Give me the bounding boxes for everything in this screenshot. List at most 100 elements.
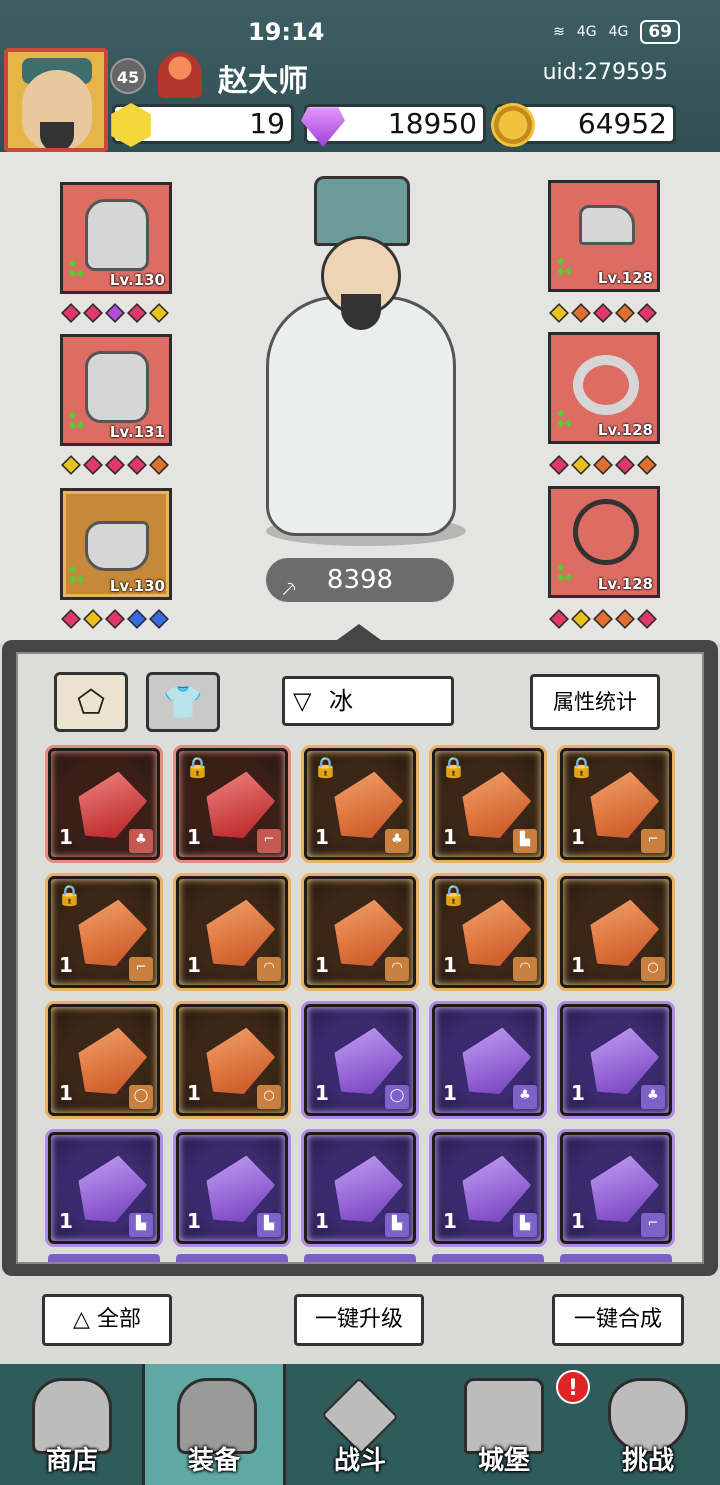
tab-gems[interactable]: ⬠ [54, 672, 128, 732]
rarity-diamond [615, 303, 635, 323]
equip-slot-helmet[interactable]: ◆ ◆◆ Lv.130 [60, 182, 172, 294]
necklace-icon [573, 499, 639, 565]
item-level: Lv.128 [597, 269, 653, 287]
inventory-inner: ⬠ 👕 ▽ 冰 属性统计 1 ♣ 🔒 1 ⌐ 🔒 1 ♣ 🔒 1 ▙ 🔒 1 ⌐ 🔒 1 ⌐ 1 ◠ 1 ◠ 🔒 1 ◠ 1 ○ 1… [16, 652, 704, 1264]
item-quantity: 1 [187, 1081, 201, 1105]
inventory-item[interactable]: 1 ◯ [48, 1004, 160, 1116]
inventory-item[interactable]: 🔒 1 ♣ [304, 748, 416, 860]
rarity-diamond [571, 609, 591, 629]
combat-power-value: 8398 [326, 565, 394, 595]
tab-equipment[interactable]: 👕 [146, 672, 220, 732]
armor-icon: ♣ [129, 829, 153, 853]
item-level: Lv.130 [109, 271, 165, 289]
item-level: Lv.130 [109, 577, 165, 595]
equip-slot-armor[interactable]: ◆ ◆◆ Lv.131 [60, 334, 172, 446]
item-quantity: 1 [59, 825, 73, 849]
item-quantity: 1 [315, 825, 329, 849]
gold-currency[interactable]: 19 [111, 103, 294, 147]
inventory-item[interactable]: 1 ▙ [176, 1132, 288, 1244]
battery-icon: 69 [640, 20, 680, 44]
list-item[interactable] [432, 1254, 544, 1262]
item-quantity: 1 [571, 825, 585, 849]
item-quantity: 1 [315, 1081, 329, 1105]
shirt-icon: 👕 [163, 683, 203, 721]
list-item[interactable] [48, 1254, 160, 1262]
rarity-diamond [637, 609, 657, 629]
inventory-item[interactable]: 1 ○ [560, 876, 672, 988]
inventory-item[interactable]: 🔒 1 ⌐ [560, 748, 672, 860]
tab-battle[interactable]: 战斗 [288, 1364, 432, 1485]
gold-hexagon-icon [111, 103, 151, 147]
inventory-item[interactable]: 1 ♣ [432, 1004, 544, 1116]
list-item[interactable] [176, 1254, 288, 1262]
item-quantity: 1 [571, 1081, 585, 1105]
player-name: 赵大师 [218, 64, 308, 99]
boots-icon: ▙ [385, 1213, 409, 1237]
rarity-diamond [61, 303, 81, 323]
tab-castle[interactable]: 城堡 [432, 1364, 576, 1485]
sort-all-button[interactable]: △ 全部 [42, 1294, 172, 1346]
inventory-item[interactable]: 1 ◠ [176, 876, 288, 988]
rarity-diamond [83, 455, 103, 475]
rarity-diamond [637, 455, 657, 475]
equip-slot-ring[interactable]: ◆ ◆◆ Lv.128 [548, 332, 660, 444]
item-quantity: 1 [187, 953, 201, 977]
coin-icon [491, 103, 535, 147]
upgrade-all-button[interactable]: 一键升级 [294, 1294, 424, 1346]
item-quantity: 1 [59, 1081, 73, 1105]
inventory-item[interactable]: 🔒 1 ▙ [432, 748, 544, 860]
equip-slot-gloves[interactable]: ◆ ◆◆ Lv.128 [548, 180, 660, 292]
inventory-item[interactable]: 1 ○ [176, 1004, 288, 1116]
rarity-diamond [149, 455, 169, 475]
rarity-diamonds [61, 609, 169, 629]
rarity-diamond [549, 303, 569, 323]
inventory-item[interactable]: 1 ◯ [304, 1004, 416, 1116]
item-quantity: 1 [315, 1209, 329, 1233]
rarity-diamond [615, 455, 635, 475]
list-item[interactable] [560, 1254, 672, 1262]
player-avatar[interactable] [4, 48, 108, 152]
gem-amount: 18950 [387, 107, 477, 140]
nav-label: 商店 [45, 1446, 98, 1476]
inventory-item[interactable]: 1 ♣ [48, 748, 160, 860]
next-row-peek [48, 1254, 672, 1262]
inventory-item[interactable]: 1 ▙ [304, 1132, 416, 1244]
nav-label: 战斗 [333, 1446, 386, 1476]
gem-currency[interactable]: 18950 [301, 104, 486, 147]
rarity-diamonds [549, 303, 657, 323]
stats-button[interactable]: 属性统计 [530, 674, 660, 730]
inventory-item[interactable]: 🔒 1 ⌐ [176, 748, 288, 860]
coin-currency[interactable]: 64952 [491, 103, 676, 147]
inventory-item[interactable]: 1 ▙ [432, 1132, 544, 1244]
inventory-item[interactable]: 1 ▙ [48, 1132, 160, 1244]
item-quantity: 1 [187, 825, 201, 849]
equip-slot-necklace[interactable]: ◆ ◆◆ Lv.128 [548, 486, 660, 598]
lock-icon: 🔒 [441, 755, 466, 779]
merge-all-button[interactable]: 一键合成 [552, 1294, 684, 1346]
socket-gems: ◆ ◆◆ [557, 562, 573, 583]
combat-power: ⸕ 8398 [266, 558, 454, 602]
inventory-item[interactable]: 1 ♣ [560, 1004, 672, 1116]
socket-gems: ◆ ◆◆ [69, 258, 85, 279]
inventory-panel: ⬠ 👕 ▽ 冰 属性统计 1 ♣ 🔒 1 ⌐ 🔒 1 ♣ 🔒 1 ▙ 🔒 1 ⌐ 🔒 1 ⌐ 1 ◠ 1 ◠ 🔒 1 ◠ 1 ○ 1… [2, 640, 718, 1276]
lock-icon: 🔒 [441, 883, 466, 907]
rarity-diamonds [61, 455, 169, 475]
element-filter-dropdown[interactable]: ▽ 冰 [282, 676, 454, 726]
rarity-diamond [593, 455, 613, 475]
inventory-item[interactable]: 1 ⌐ [560, 1132, 672, 1244]
rank-trophy-icon[interactable] [158, 52, 202, 98]
tab-equipment[interactable]: 装备 [142, 1364, 286, 1485]
bottom-nav: 商店 装备 战斗 城堡 挑战 [0, 1364, 720, 1485]
inventory-item[interactable]: 1 ◠ [304, 876, 416, 988]
inventory-item[interactable]: 🔒 1 ⌐ [48, 876, 160, 988]
network-icon: 4G [576, 24, 597, 40]
inventory-item[interactable]: 🔒 1 ◠ [432, 876, 544, 988]
top-bar: 19:14 ≋ 4G 4G 69 45 赵大师 uid:279595 19 18… [0, 0, 720, 152]
equip-slot-boots[interactable]: ◆ ◆◆ Lv.130 [60, 488, 172, 600]
list-item[interactable] [304, 1254, 416, 1262]
triangle-up-icon: △ [73, 1307, 90, 1332]
tab-shop[interactable]: 商店 [0, 1364, 144, 1485]
rarity-diamond [61, 455, 81, 475]
tab-challenge[interactable]: 挑战 [576, 1364, 720, 1485]
item-quantity: 1 [571, 953, 585, 977]
